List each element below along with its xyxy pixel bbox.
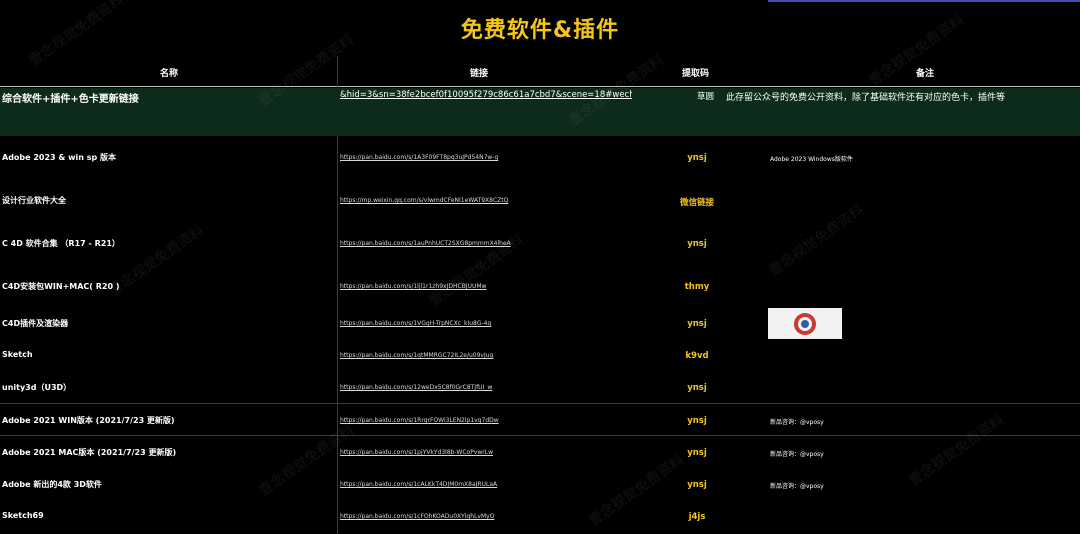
thumbnail-image	[768, 308, 842, 339]
row-code: k9vd	[685, 351, 709, 361]
logo-icon	[794, 312, 816, 335]
row-code: ynsj	[687, 319, 707, 329]
table-row-featured: 综合软件+插件+色卡更新链接 &hid=3&sn=38fe2bcef0f1009…	[0, 88, 1080, 136]
row-code: ynsj	[687, 383, 707, 393]
header-note: 备注	[916, 69, 935, 79]
row-code: 草圆	[697, 92, 715, 102]
row-link[interactable]: https://pan.baidu.com/s/1VGgH-TrpNCXc_kI…	[340, 320, 630, 327]
row-note: 新品咨询：@vposy	[770, 451, 824, 458]
row-name: Adobe 2021 MAC版本 (2021/7/23 更新版)	[2, 448, 177, 457]
row-code: j4js	[688, 512, 706, 522]
row-link[interactable]: https://pan.baidu.com/s/1pjYVkYd3l8b-WCo…	[340, 449, 630, 456]
row-code: ynsj	[687, 416, 707, 426]
row-link[interactable]: https://mp.weixin.qq.com/s/vlwmdCFeNI1eW…	[340, 197, 630, 204]
row-name: unity3d（U3D）	[2, 383, 72, 392]
row-name: Adobe 2021 WIN版本 (2021/7/23 更新版)	[2, 416, 175, 425]
row-code: thmy	[684, 282, 710, 292]
watermark: 壹念视觉免费资料	[106, 222, 208, 300]
row-name: 综合软件+插件+色卡更新链接	[2, 94, 139, 105]
row-note: 新品咨询：@vposy	[770, 483, 824, 490]
row-link[interactable]: https://pan.baidu.com/s/1cFOhKOADu0XYlqh…	[340, 513, 630, 520]
header-code: 提取码	[682, 69, 710, 79]
row-name: Sketch	[2, 350, 33, 359]
watermark: 壹念视觉免费资料	[906, 412, 1008, 490]
row-code: ynsj	[687, 448, 707, 458]
row-name: C4D插件及渲染器	[2, 319, 69, 328]
watermark: 壹念视觉免费资料	[766, 202, 868, 280]
table-header: 名称 链接 提取码 备注	[0, 56, 1080, 87]
row-code: ynsj	[687, 239, 707, 249]
row-note: 新品咨询：@vposy	[770, 419, 824, 426]
row-link[interactable]: https://pan.baidu.com/s/1ljl1r1zh9xJDHCB…	[340, 283, 630, 290]
row-link[interactable]: https://pan.baidu.com/s/1auPnhUCT2SXG8pm…	[340, 240, 630, 247]
row-divider	[0, 435, 1080, 436]
row-code: ynsj	[687, 480, 707, 490]
top-accent-line	[768, 0, 1080, 2]
row-name: C4D安装包WIN+MAC( R20 )	[2, 282, 120, 291]
row-note: Adobe 2023 Windows版软件	[770, 156, 853, 163]
row-divider	[0, 403, 1080, 404]
row-code: ynsj	[687, 153, 707, 163]
row-name: 设计行业软件大全	[2, 196, 66, 205]
row-code: 微信链接	[679, 198, 714, 208]
header-link: 链接	[470, 69, 489, 79]
row-link[interactable]: https://pan.baidu.com/s/12weDx5C8f0GrC8T…	[340, 384, 630, 391]
row-link[interactable]: https://pan.baidu.com/s/1cALKkT4DJM0mX8a…	[340, 481, 630, 488]
watermark: 壹念视觉免费资料	[256, 422, 358, 500]
row-name: Adobe 新出的4款 3D软件	[2, 480, 102, 489]
row-name: Sketch69	[2, 511, 44, 520]
page-title: 免费软件&插件	[460, 18, 620, 43]
row-link[interactable]: https://pan.baidu.com/s/1A3F09FT8pq3uJPd…	[340, 154, 630, 161]
row-note: 此存留公众号的免费公开资料，除了基础软件还有对应的色卡，插件等	[726, 93, 1006, 103]
row-name: C 4D 软件合集 （R17 - R21）	[2, 239, 120, 248]
header-name: 名称	[160, 69, 179, 79]
row-link[interactable]: &hid=3&sn=38fe2bcef0f10095f279c86c61a7cb…	[340, 89, 632, 101]
row-link[interactable]: https://pan.baidu.com/s/1RrqrFOWi3LEN2lp…	[340, 417, 630, 424]
row-link[interactable]: https://pan.baidu.com/s/1qtMMRGC72IL2e/u…	[340, 352, 630, 359]
row-name: Adobe 2023 & win sp 版本	[2, 153, 117, 162]
